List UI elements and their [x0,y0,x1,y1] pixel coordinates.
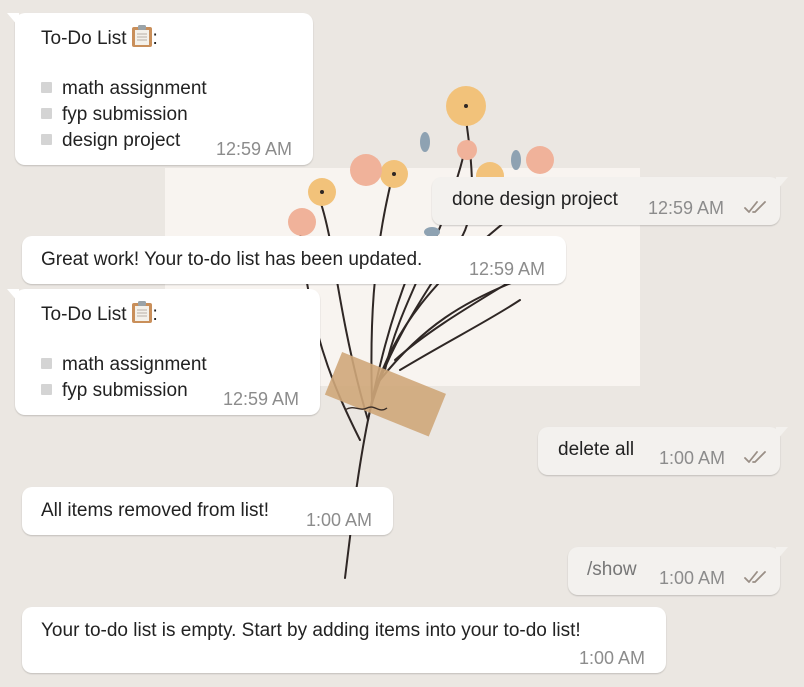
message-timestamp: 1:00 AM [659,568,726,588]
bubble-tail [7,13,19,27]
todo-item-label: math assignment [62,354,207,375]
message-text: Great work! Your to-do list has been upd… [41,249,423,270]
message-timestamp: 1:00 AM [659,448,726,468]
todo-list-title: To-Do List [41,28,127,49]
message-bubble-empty-list[interactable]: Your to-do list is empty. Start by addin… [22,607,666,673]
message-bubble-show[interactable]: /show 1:00 AM [568,547,788,595]
message-bubble-all-removed[interactable]: All items removed from list! 1:00 AM [22,487,393,535]
bubble-tail [7,289,19,303]
message-bubble-todo-list[interactable]: To-Do List: math assignment fyp submissi… [7,289,320,415]
message-timestamp: 12:59 AM [648,198,725,218]
todo-item: fyp submission [41,102,301,128]
message-text: done design project [452,189,618,210]
message-timestamp: 12:59 AM [223,389,300,409]
message-timestamp: 1:00 AM [306,510,373,530]
message-text: /show [587,559,637,580]
read-receipt-icon [744,201,766,213]
message-timestamp: 12:59 AM [469,259,546,279]
todo-item: math assignment [41,76,301,102]
message-text: All items removed from list! [41,500,270,521]
message-text: delete all [558,439,635,460]
bubble-tail [776,547,788,561]
checkbox-icon [41,108,52,119]
todo-list-title-colon: : [152,28,158,49]
todo-list-title: To-Do List [41,304,127,325]
todo-list-title-colon: : [152,304,158,325]
message-bubble-delete-all[interactable]: delete all 1:00 AM [538,427,788,475]
message-text: Your to-do list is empty. Start by addin… [41,620,581,641]
todo-item-label: fyp submission [62,104,188,125]
checkbox-icon [41,134,52,145]
read-receipt-icon [744,571,766,583]
checkbox-icon [41,358,52,369]
clipboard-icon [131,300,153,332]
checkbox-icon [41,82,52,93]
clipboard-icon [131,24,153,56]
todo-item-label: math assignment [62,78,207,99]
message-bubble-done-design[interactable]: done design project 12:59 AM [432,177,788,225]
bubble-tail [776,427,788,441]
todo-item-label: design project [62,130,181,151]
bubble-tail [776,177,788,191]
todo-item: math assignment [41,352,311,378]
message-bubble-todo-list[interactable]: To-Do List: math assignment fyp submissi… [7,13,313,165]
checkbox-icon [41,384,52,395]
message-bubble-great-work[interactable]: Great work! Your to-do list has been upd… [22,236,566,284]
todo-item-label: fyp submission [62,380,188,401]
read-receipt-icon [744,451,766,463]
message-timestamp: 1:00 AM [579,648,646,668]
message-timestamp: 12:59 AM [216,139,293,159]
